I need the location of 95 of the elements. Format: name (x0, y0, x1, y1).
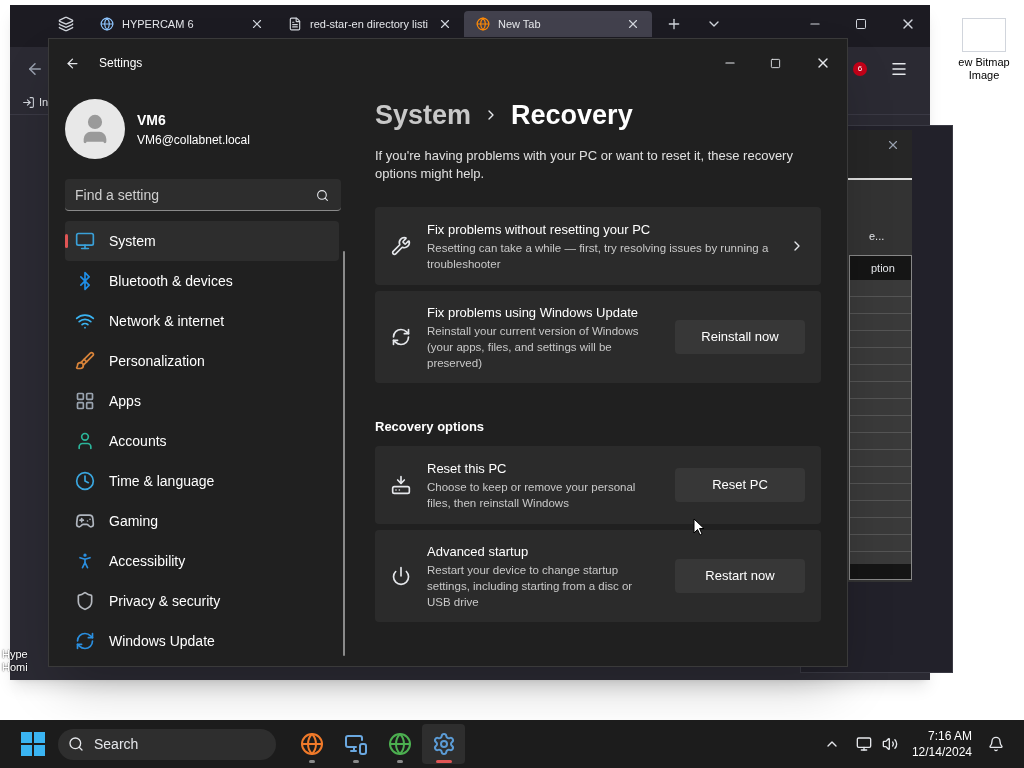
table-footer (850, 564, 911, 579)
monitor-icon (75, 231, 95, 251)
nav-item[interactable]: Network & internet (65, 301, 339, 341)
speaker-icon[interactable] (881, 736, 898, 752)
nav-label: Accounts (109, 431, 167, 451)
apps-grid-icon (75, 391, 95, 411)
selection-indicator (65, 234, 68, 248)
page-title: Recovery (511, 98, 633, 132)
person-icon (75, 431, 95, 451)
page-icon (288, 17, 302, 31)
back-icon[interactable] (65, 55, 80, 71)
new-tab-icon[interactable] (666, 16, 682, 32)
search-field[interactable]: Find a setting (65, 179, 341, 211)
wrench-icon (391, 236, 411, 256)
gamepad-icon (75, 511, 95, 531)
close-icon[interactable] (438, 17, 452, 31)
card-description: Choose to keep or remove your personal files, then reinstall Windows (427, 479, 637, 511)
nav-item[interactable]: Apps (65, 381, 339, 421)
refresh-icon (391, 326, 411, 347)
globe-icon (299, 732, 324, 756)
extension-badge[interactable]: 6 (853, 62, 867, 76)
nav-item[interactable]: Gaming (65, 501, 339, 541)
globe-icon (476, 17, 490, 31)
clock-icon (75, 471, 95, 491)
action-button[interactable]: Reinstall now (675, 320, 805, 354)
devices-icon (343, 732, 368, 756)
clock[interactable]: 7:16 AM 12/14/2024 (911, 728, 972, 760)
taskbar-search[interactable]: Search (58, 728, 276, 760)
drive-arrow-icon (391, 475, 411, 495)
brush-icon (75, 351, 95, 371)
nav-label: Windows Update (109, 631, 215, 651)
gear-icon (431, 732, 456, 756)
card-description: Reinstall your current version of Windows (your apps, files, and settings will be preserved) (427, 323, 640, 371)
close-icon[interactable] (626, 17, 640, 31)
dialog-text: e... (868, 229, 886, 244)
card-title: Reset this PC (427, 460, 508, 479)
refresh-icon (75, 631, 95, 651)
bell-icon[interactable] (988, 736, 1004, 752)
user-email: VM6@collabnet.local (137, 131, 250, 149)
taskbar-app[interactable] (422, 724, 465, 764)
nav-item[interactable]: Accounts (65, 421, 339, 461)
column-header: ption (850, 255, 911, 280)
browser-tab[interactable]: New Tab (464, 11, 652, 37)
action-button[interactable]: Restart now (675, 559, 805, 593)
nav-label: System (109, 231, 156, 251)
nav-label: Bluetooth & devices (109, 271, 233, 291)
nav-item[interactable]: Accessibility (65, 541, 339, 581)
maximize-icon[interactable] (855, 18, 867, 30)
window-title: Settings (99, 55, 143, 72)
nav-item[interactable]: System (65, 221, 339, 261)
nav-label: Time & language (109, 471, 215, 491)
nav-label: Network & internet (109, 311, 225, 331)
card-description: Resetting can take a while — first, try resolving issues by running a troubleshooter (427, 240, 770, 272)
page-description: If you're having problems with your PC or want to reset it, these recovery options might help. (375, 147, 794, 183)
search-icon (68, 736, 84, 752)
tab-overview-icon[interactable] (58, 16, 74, 32)
shield-icon (75, 591, 95, 611)
maximize-icon[interactable] (770, 57, 781, 69)
start-icon[interactable] (21, 732, 45, 756)
close-icon[interactable] (250, 17, 264, 31)
nav-item[interactable]: Personalization (65, 341, 339, 381)
nav-item[interactable]: Privacy & security (65, 581, 339, 621)
browser-tab[interactable]: HYPERCAM 6 (88, 11, 276, 37)
cursor-icon (693, 518, 705, 536)
nav-label: Accessibility (109, 551, 186, 571)
user-name: VM6 (137, 110, 167, 130)
card-title: Advanced startup (427, 543, 530, 561)
breadcrumb-parent[interactable]: System (375, 94, 472, 136)
browser-tab[interactable]: red-star-en directory listi (276, 11, 464, 37)
nav-label: Gaming (109, 511, 159, 531)
globe-icon (387, 732, 412, 756)
card-title: Fix problems using Windows Update (427, 304, 639, 322)
globe-icon (100, 17, 114, 31)
setting-card[interactable]: Fix problems without resetting your PC Resetting can take a while — first, try resolving issues by running a troubleshooter (375, 207, 821, 285)
nav-label: Personalization (109, 351, 205, 371)
nav-label: Apps (109, 391, 141, 411)
tab-title: red-star-en directory listi (310, 16, 429, 32)
nav-item[interactable]: Windows Update (65, 621, 339, 661)
close-icon[interactable] (886, 138, 900, 152)
action-button[interactable]: Reset PC (675, 468, 805, 502)
nav-item[interactable]: Bluetooth & devices (65, 261, 339, 301)
login-icon[interactable] (22, 96, 35, 109)
bookmark-item[interactable]: In (39, 94, 49, 111)
nav-item[interactable]: Time & language (65, 461, 339, 501)
wifi-icon (75, 311, 95, 331)
menu-icon[interactable] (890, 60, 908, 78)
power-icon (391, 565, 411, 586)
card-description: Restart your device to change startup settings, including starting from a disc or USB drive (427, 562, 634, 610)
section-title: Recovery options (375, 417, 486, 436)
tab-title: New Tab (498, 16, 542, 32)
card-title: Fix problems without resetting your PC (427, 221, 652, 240)
nav-label: Privacy & security (109, 591, 221, 611)
desktop-icon-label[interactable]: ew Bitmap Image (949, 56, 1019, 82)
search-icon (316, 189, 329, 202)
tab-title: HYPERCAM 6 (122, 16, 195, 32)
